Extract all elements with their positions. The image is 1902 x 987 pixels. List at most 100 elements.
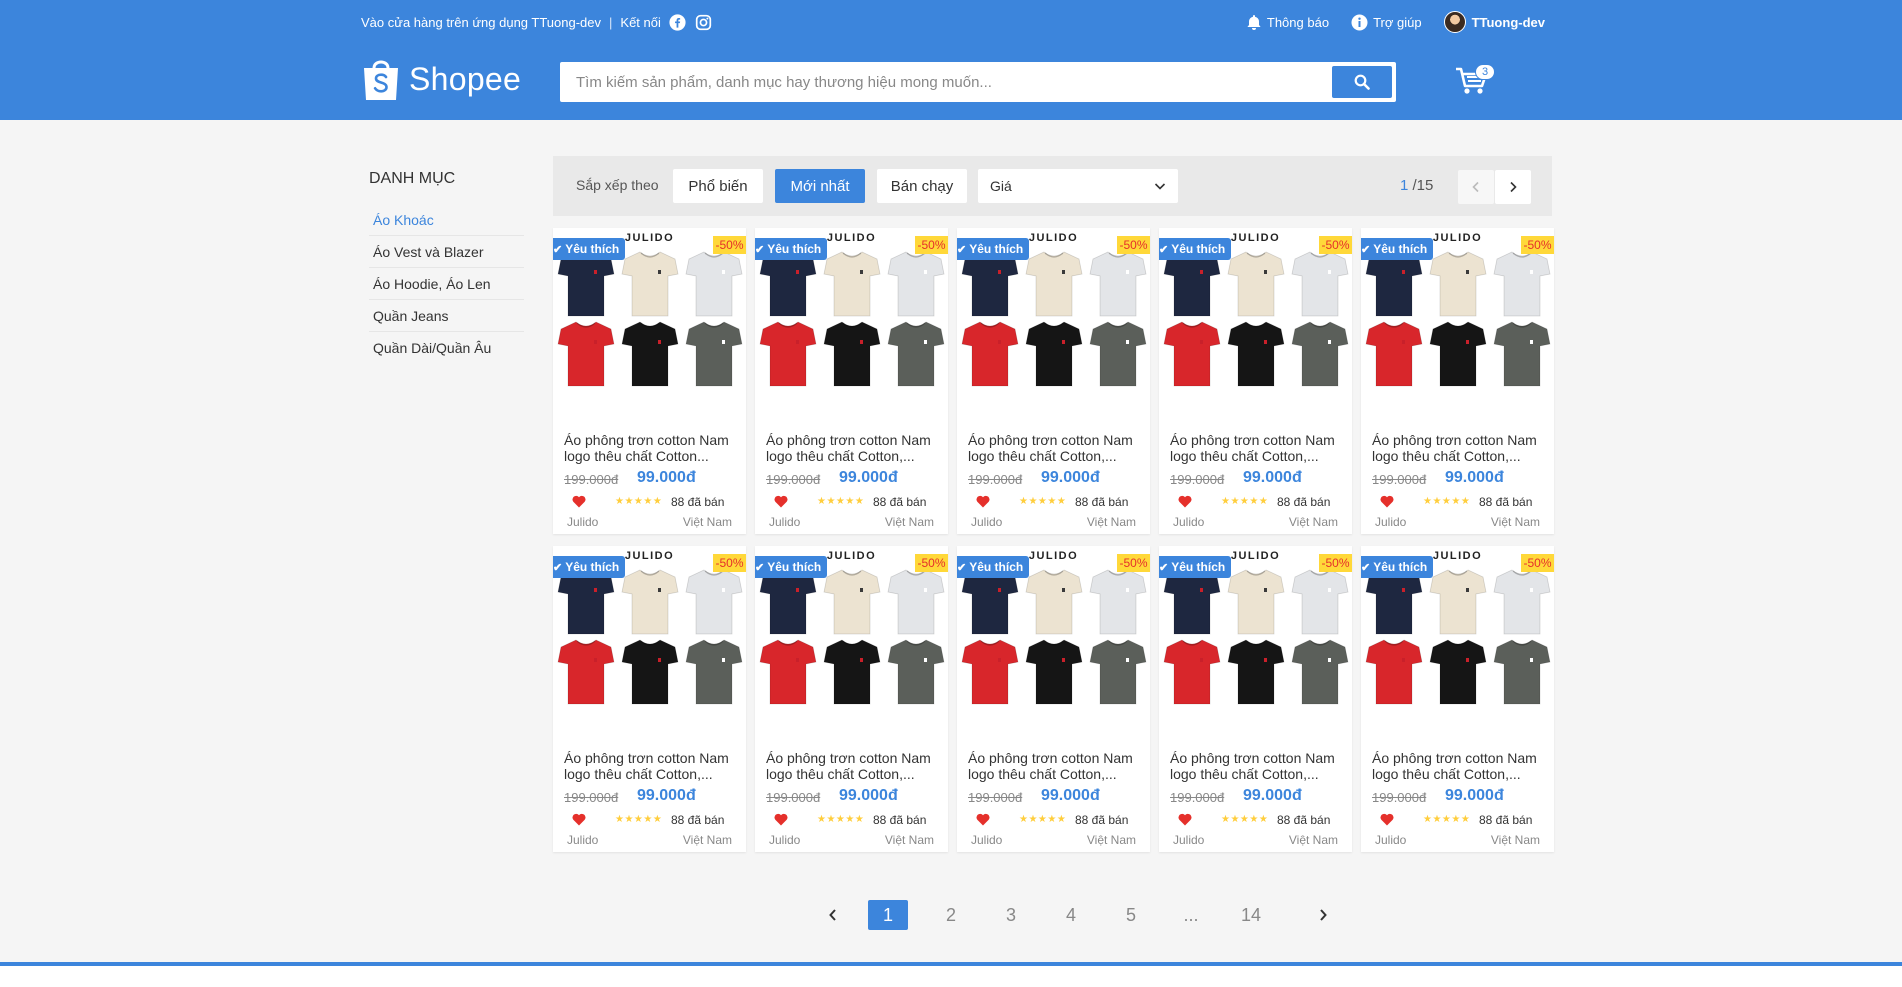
heart-icon[interactable]: [572, 813, 586, 826]
pagination-page[interactable]: 5: [1114, 900, 1148, 930]
product-card[interactable]: JULIDO ✔ Yêu thích -50% Áo phông trơn cot…: [1361, 546, 1554, 852]
product-name[interactable]: Áo phông trơn cotton Nam logo thêu chất …: [564, 750, 739, 782]
current-page: 1: [1400, 177, 1409, 194]
pagination-page: ...: [1183, 904, 1199, 925]
store-app-link[interactable]: Vào cửa hàng trên ứng dụng TTuong-dev: [361, 15, 601, 30]
notification-link[interactable]: Thông báo: [1246, 14, 1329, 31]
pagination-page[interactable]: 1: [868, 900, 908, 930]
tshirt-thumbnail: [1089, 569, 1147, 635]
product-card[interactable]: JULIDO ✔ Yêu thích -50% Áo phông trơn cot…: [1159, 228, 1352, 534]
discount-badge: -50%: [1319, 236, 1352, 254]
price-select[interactable]: Giá: [978, 169, 1178, 203]
tshirt-thumbnail: [1025, 569, 1083, 635]
favorite-badge: ✔ Yêu thích: [755, 556, 828, 578]
price-select-value: Giá: [990, 178, 1012, 194]
heart-icon[interactable]: [1178, 495, 1192, 508]
heart-icon[interactable]: [1380, 495, 1394, 508]
product-name[interactable]: Áo phông trơn cotton Nam logo thêu chất …: [1170, 750, 1345, 782]
sort-popular-button[interactable]: Phổ biến: [673, 169, 763, 203]
tshirt-thumbnail: [961, 639, 1019, 705]
tshirt-thumbnail: [685, 639, 743, 705]
shopee-logo[interactable]: Shopee: [361, 54, 521, 104]
sale-price: 99.000đ: [839, 469, 898, 486]
pagination-page[interactable]: 14: [1234, 900, 1268, 930]
prev-page-button[interactable]: [1458, 170, 1494, 204]
tshirt-thumbnail: [621, 251, 679, 317]
product-name[interactable]: Áo phông trơn cotton Nam logo thêu chất …: [1170, 432, 1345, 464]
tshirt-thumbnail: [621, 569, 679, 635]
product-card[interactable]: JULIDO ✔ Yêu thích -50% Áo phông trơn cot…: [755, 228, 948, 534]
rating-stars: ★★★★★: [615, 496, 663, 507]
favorite-badge: ✔ Yêu thích: [1361, 238, 1434, 260]
pagination-prev-button[interactable]: [820, 900, 846, 930]
favorite-badge-label: Yêu thích: [1373, 560, 1428, 574]
pagination-next-button[interactable]: [1310, 900, 1336, 930]
discount-badge: -50%: [1521, 554, 1554, 572]
product-card[interactable]: JULIDO ✔ Yêu thích -50% Áo phông trơn cot…: [755, 546, 948, 852]
sort-bestselling-button[interactable]: Bán chạy: [877, 169, 967, 203]
favorite-badge-label: Yêu thích: [767, 242, 822, 256]
next-page-button[interactable]: [1495, 170, 1531, 204]
check-icon: ✔: [957, 561, 967, 574]
category-item[interactable]: Áo Hoodie, Áo Len: [369, 268, 524, 300]
category-item[interactable]: Quần Jeans: [369, 300, 524, 332]
category-item[interactable]: Áo Khoác: [369, 204, 524, 236]
tshirt-thumbnail: [621, 639, 679, 705]
product-name[interactable]: Áo phông trơn cotton Nam logo thêu chất …: [968, 750, 1143, 782]
tshirt-thumbnail: [823, 321, 881, 387]
heart-icon[interactable]: [976, 495, 990, 508]
product-name[interactable]: Áo phông trơn cotton Nam logo thêu chất …: [1372, 750, 1547, 782]
category-item[interactable]: Quần Dài/Quần Âu: [369, 332, 524, 364]
tshirt-thumbnail: [1025, 251, 1083, 317]
product-name[interactable]: Áo phông trơn cotton Nam logo thêu chất …: [766, 750, 941, 782]
cart-button[interactable]: 3: [1455, 64, 1495, 98]
top-bar-left: Vào cửa hàng trên ứng dụng TTuong-dev | …: [361, 10, 713, 34]
heart-icon[interactable]: [572, 495, 586, 508]
chevron-down-icon: [1154, 183, 1166, 190]
sold-count: 88 đã bán: [1277, 813, 1331, 827]
product-image: JULIDO ✔ Yêu thích -50%: [1361, 228, 1554, 413]
favorite-badge: ✔ Yêu thích: [755, 238, 828, 260]
discount-badge: -50%: [1319, 554, 1352, 572]
instagram-icon[interactable]: [695, 13, 713, 31]
original-price: 199.000đ: [564, 790, 619, 805]
tshirt-thumbnail: [759, 639, 817, 705]
heart-icon[interactable]: [1178, 813, 1192, 826]
product-name[interactable]: Áo phông trơn cotton Nam logo thêu chất …: [1372, 432, 1547, 464]
favorite-badge-label: Yêu thích: [969, 242, 1024, 256]
category-sidebar: DANH MỤC Áo Khoác Áo Vest và Blazer Áo H…: [369, 168, 524, 364]
favorite-badge-label: Yêu thích: [969, 560, 1024, 574]
help-link[interactable]: Trợ giúp: [1351, 14, 1422, 31]
product-image: JULIDO ✔ Yêu thích -50%: [1159, 228, 1352, 413]
chevron-left-icon: [829, 909, 836, 921]
product-card[interactable]: JULIDO ✔ Yêu thích -50% Áo phông trơn cot…: [1159, 546, 1352, 852]
product-name[interactable]: Áo phông trơn cotton Nam logo thêu chất …: [564, 432, 739, 464]
heart-icon[interactable]: [976, 813, 990, 826]
pagination-page[interactable]: 2: [934, 900, 968, 930]
product-card[interactable]: JULIDO ✔ Yêu thích -50% Áo phông trơn cot…: [957, 546, 1150, 852]
pagination-page[interactable]: 4: [1054, 900, 1088, 930]
sort-newest-button[interactable]: Mới nhất: [775, 169, 865, 203]
search-icon: [1354, 74, 1370, 90]
heart-icon[interactable]: [774, 813, 788, 826]
heart-icon[interactable]: [1380, 813, 1394, 826]
product-card[interactable]: JULIDO ✔ Yêu thích -50% Áo phông trơn cot…: [553, 546, 746, 852]
product-card[interactable]: JULIDO ✔ Yêu thích -50% Áo phông trơn cot…: [957, 228, 1150, 534]
rating-stars: ★★★★★: [1423, 496, 1471, 507]
tshirt-thumbnail: [823, 639, 881, 705]
product-name[interactable]: Áo phông trơn cotton Nam logo thêu chất …: [968, 432, 1143, 464]
heart-icon[interactable]: [774, 495, 788, 508]
user-menu[interactable]: TTuong-dev: [1443, 11, 1545, 33]
product-card[interactable]: JULIDO ✔ Yêu thích -50% Áo phông trơn cot…: [553, 228, 746, 534]
search-button[interactable]: [1332, 66, 1392, 98]
product-name[interactable]: Áo phông trơn cotton Nam logo thêu chất …: [766, 432, 941, 464]
facebook-icon[interactable]: [669, 13, 687, 31]
check-icon: ✔: [1361, 561, 1371, 574]
tshirt-thumbnail: [887, 321, 945, 387]
original-price: 199.000đ: [1170, 790, 1225, 805]
pagination-page[interactable]: 3: [994, 900, 1028, 930]
search-input[interactable]: [560, 62, 1330, 102]
sold-count: 88 đã bán: [873, 813, 927, 827]
product-card[interactable]: JULIDO ✔ Yêu thích -50% Áo phông trơn cot…: [1361, 228, 1554, 534]
category-item[interactable]: Áo Vest và Blazer: [369, 236, 524, 268]
